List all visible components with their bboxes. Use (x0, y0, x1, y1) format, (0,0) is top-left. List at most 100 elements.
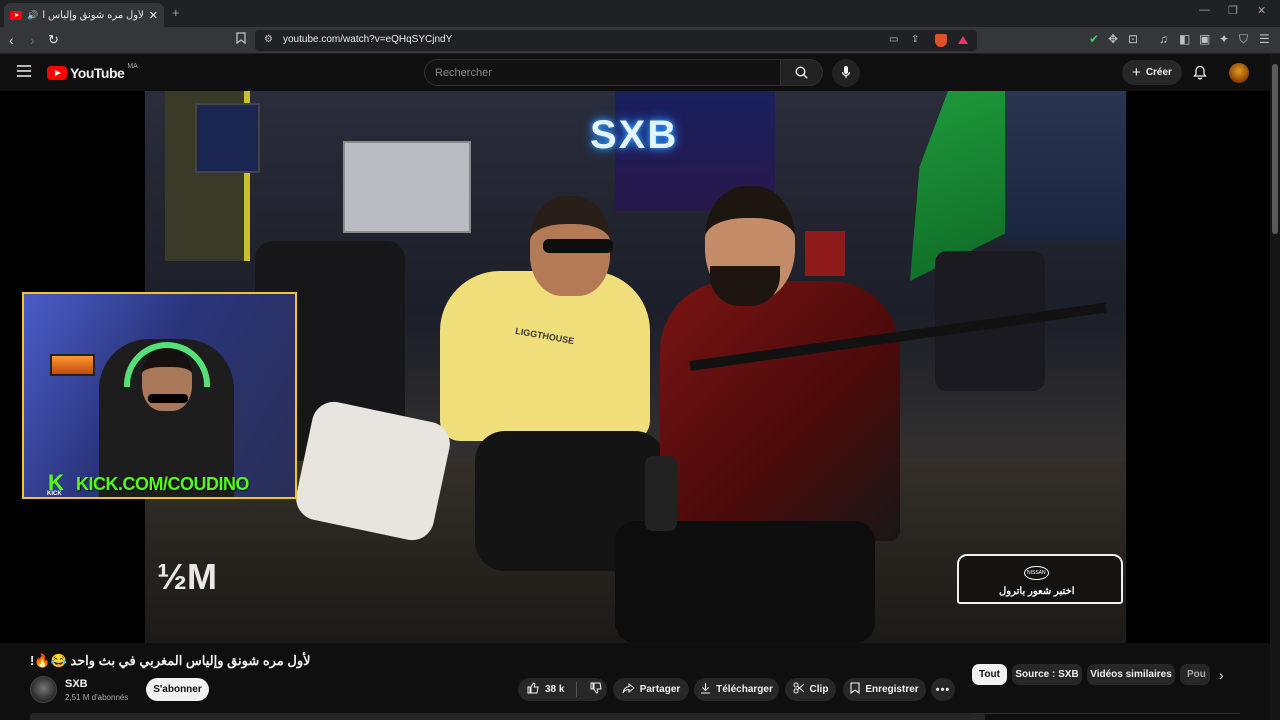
browser-tab[interactable]: 🔊 لأول مره شونق وإلياس المغربي ✕ (4, 3, 164, 27)
brave-rewards-icon[interactable] (958, 36, 968, 44)
bookmark-icon[interactable] (236, 32, 246, 47)
video-title: لأول مره شونق وإلياس المغربي في بث واحد … (30, 653, 311, 668)
extensions-puzzle-icon[interactable]: ✥ (1108, 32, 1118, 46)
share-label: Partager (639, 684, 681, 695)
scissors-icon (793, 682, 805, 697)
channel-name[interactable]: SXB (65, 678, 88, 690)
dislike-button[interactable] (590, 682, 603, 697)
wall-monitor (195, 103, 260, 173)
minimize-button[interactable]: — (1199, 4, 1210, 16)
create-label: Créer (1145, 67, 1172, 78)
chevron-right-icon[interactable]: › (1219, 667, 1224, 683)
share-arrow-icon (622, 682, 635, 697)
youtube-logo-text: YouTube (70, 65, 125, 81)
sidebar-icon[interactable]: ◧ (1179, 32, 1190, 46)
microphone (645, 456, 677, 531)
bottom-divider-right (972, 713, 1240, 714)
media-icon[interactable]: ♫ (1159, 32, 1168, 46)
bottom-divider-left (30, 713, 985, 720)
youtube-logo-icon (47, 66, 67, 80)
browser-tab-strip: 🔊 لأول مره شونق وإلياس المغربي ✕ + — ❐ ✕ (0, 0, 1280, 27)
restore-button[interactable]: ❐ (1228, 4, 1238, 17)
more-actions-button[interactable]: ••• (931, 678, 955, 701)
region-code: MA (127, 62, 138, 70)
close-window-button[interactable]: ✕ (1257, 4, 1266, 17)
sunglasses (543, 239, 613, 253)
red-chair-emblem (805, 231, 845, 276)
search-input[interactable]: Rechercher (424, 59, 781, 86)
like-count: 38 k (545, 684, 565, 695)
download-icon (700, 682, 711, 697)
sponsor-text: اختبر شعور باترول (999, 586, 1075, 597)
share-icon[interactable]: ⇪ (911, 34, 919, 45)
youtube-favicon-icon (10, 10, 22, 20)
clip-label: Clip (809, 684, 829, 695)
create-button[interactable]: + Créer (1122, 60, 1182, 85)
kick-badge: KICK (47, 491, 62, 497)
chip-for-you[interactable]: Pou (1180, 664, 1210, 685)
wallet-icon[interactable]: ▣ (1199, 32, 1210, 46)
voice-search-button[interactable] (832, 59, 860, 87)
subscribe-button[interactable]: S'abonner (146, 678, 209, 701)
webcam-fireplace (50, 354, 95, 376)
notifications-bell-icon[interactable] (1193, 65, 1207, 85)
menu-icon[interactable]: ☰ (1259, 32, 1270, 46)
background-shelves (1005, 91, 1126, 241)
search-button[interactable] (781, 59, 823, 86)
chip-related[interactable]: Vidéos similaires (1087, 664, 1175, 685)
hamburger-menu-icon[interactable] (17, 64, 31, 82)
site-settings-icon[interactable]: ⚙ (264, 34, 273, 45)
subscriber-count: 2,51 M d'abonnés (65, 693, 129, 702)
save-button[interactable]: Enregistrer (843, 678, 926, 701)
person-left-torso (440, 271, 650, 441)
vpn-icon[interactable]: ⛉ (1239, 32, 1248, 47)
account-avatar[interactable] (1229, 63, 1249, 83)
address-bar[interactable]: ⚙ youtube.com/watch?v=eQHqSYCjndY ▭ ⇪ (255, 30, 977, 51)
scrollbar-thumb[interactable] (1272, 64, 1278, 234)
back-button[interactable]: ‹ (9, 32, 14, 48)
kick-url: KICK.COM/COUDINO (76, 474, 250, 494)
neon-sign: SXB (590, 113, 679, 157)
close-tab-icon[interactable]: ✕ (149, 9, 158, 22)
video-player[interactable]: SXB LIGGTHOUSE NISSAN اختبر شعور باترول (0, 91, 1270, 643)
nissan-logo: NISSAN (1024, 566, 1049, 580)
browser-toolbar: ‹ › ↻ ⚙ youtube.com/watch?v=eQHqSYCjndY … (0, 27, 1280, 54)
sponsor-badge: NISSAN اختبر شعور باترول (957, 554, 1123, 604)
youtube-logo[interactable]: YouTube MA (47, 62, 138, 81)
clip-button[interactable]: Clip (785, 678, 836, 701)
tab-title: لأول مره شونق وإلياس المغربي (43, 9, 144, 21)
share-button[interactable]: Partager (613, 678, 689, 701)
screenshot-icon[interactable]: ⊡ (1128, 32, 1138, 46)
forward-button[interactable]: › (30, 32, 35, 48)
like-dislike-group: 38 k (518, 678, 607, 701)
save-bookmark-icon (850, 682, 860, 697)
person-right-torso (660, 281, 900, 541)
whiteboard (343, 141, 471, 233)
plus-icon: + (1132, 63, 1141, 81)
reload-button[interactable]: ↻ (48, 32, 59, 48)
search-icon (795, 66, 808, 84)
leo-ai-icon[interactable]: ✦ (1219, 32, 1229, 46)
subscriber-milestone-overlay: ½M (157, 556, 218, 597)
speaker-icon[interactable]: 🔊 (27, 10, 38, 21)
save-label: Enregistrer (865, 684, 919, 695)
webcam-sunglasses (148, 394, 188, 403)
video-details: لأول مره شونق وإلياس المغربي في بث واحد … (0, 643, 1280, 720)
divider (576, 682, 578, 697)
microphone-icon (841, 66, 851, 84)
chip-source[interactable]: Source : SXB (1012, 664, 1082, 685)
brave-shield-icon[interactable] (935, 34, 947, 47)
kick-k-logo: K (48, 470, 64, 495)
download-button[interactable]: Télécharger (694, 678, 779, 701)
thumbs-down-icon (590, 682, 603, 697)
webcam-overlay: K KICK KICK.COM/COUDINO (22, 292, 297, 499)
extension-green-icon[interactable]: ✔ (1089, 32, 1099, 46)
download-label: Télécharger (716, 684, 773, 695)
chip-all[interactable]: Tout (972, 664, 1007, 685)
cast-icon[interactable]: ▭ (889, 34, 898, 45)
page-scrollbar[interactable] (1270, 54, 1280, 720)
new-tab-button[interactable]: + (172, 5, 180, 20)
youtube-header: YouTube MA Rechercher + Créer (0, 54, 1280, 91)
like-button[interactable]: 38 k (527, 682, 564, 697)
channel-avatar[interactable] (30, 676, 57, 703)
